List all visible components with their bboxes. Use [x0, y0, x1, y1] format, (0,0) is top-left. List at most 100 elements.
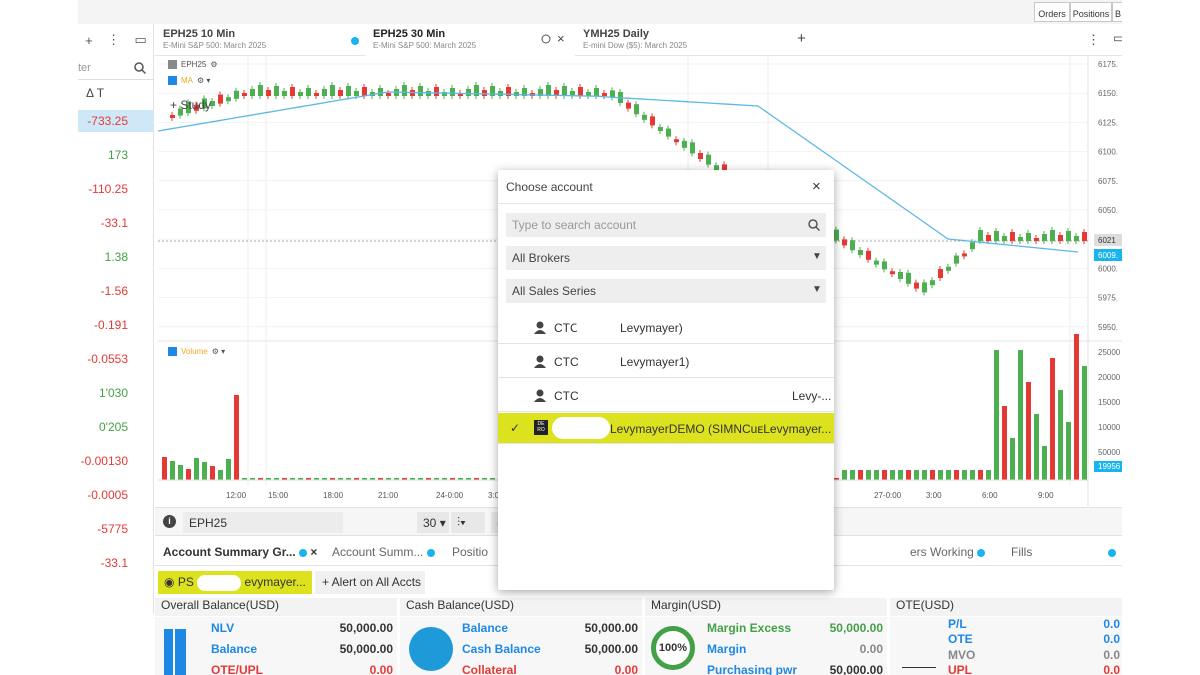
price-tick-label: 6000.	[1098, 264, 1118, 273]
tab-orders-working[interactable]: ers Working	[910, 545, 986, 559]
volume-bar	[874, 470, 879, 480]
account-search-input[interactable]: Type to search account	[506, 213, 826, 237]
account-item-selected[interactable]: ✓ DE RO LevymayerDEMO (SIMN CuᴇLevymayer.…	[498, 413, 834, 444]
volume-bar	[210, 466, 215, 480]
volume-bar	[1018, 350, 1023, 480]
watchlist-value[interactable]: -33.1	[78, 212, 154, 234]
watchlist-value[interactable]: 1.38	[78, 246, 154, 268]
account-name-right: Levymayer)	[620, 321, 683, 335]
tab-ymh25-daily[interactable]: YMH25 Daily E-mini Dow ($5): March 2025	[575, 24, 785, 56]
mvo-label: MVO	[948, 648, 976, 662]
panel-icon[interactable]: ▭	[134, 32, 146, 48]
volume-bar	[1034, 414, 1039, 480]
tab-subtitle: E-Mini S&P 500: March 2025	[373, 41, 477, 50]
watchlist-value[interactable]: -0.191	[78, 314, 154, 336]
orders-button[interactable]: Orders	[1034, 2, 1070, 22]
watchlist-value[interactable]: -733.25	[78, 110, 154, 132]
positions-button[interactable]: Positions	[1070, 2, 1112, 22]
plus-icon[interactable]: +	[85, 33, 93, 48]
watchlist-value[interactable]: 1'030	[78, 382, 154, 404]
tab-eph25-10min[interactable]: EPH25 10 Min E-Mini S&P 500: March 2025	[155, 24, 365, 56]
volume-bar	[218, 470, 223, 480]
watchlist-filter-input[interactable]: ter	[78, 58, 154, 80]
sales-series-select[interactable]: All Sales Series ▼	[506, 279, 826, 303]
watchlist-value[interactable]: -5775	[78, 518, 154, 540]
more-icon[interactable]: ⋮	[107, 32, 120, 48]
candle	[914, 282, 919, 289]
volume-bar	[170, 461, 175, 480]
ote-label: OTE	[948, 632, 973, 646]
volume-bar	[178, 465, 183, 480]
brokers-select[interactable]: All Brokers ▼	[506, 246, 826, 270]
account-item[interactable]: CTC' Levymayer1)	[498, 345, 834, 378]
tab-account-summary[interactable]: Account Summ...	[332, 545, 435, 559]
candle	[274, 86, 279, 96]
cash-balance-header: Cash Balance(USD)	[400, 598, 642, 616]
legend-volume[interactable]: Volume ⚙ ▾	[168, 347, 225, 356]
interval-select[interactable]: 30 ▾	[417, 512, 449, 533]
volume-bar	[922, 470, 927, 480]
tab-close-icon[interactable]: ×	[557, 31, 565, 46]
account-name-right: Levymayer1)	[620, 355, 690, 369]
time-axis-label: 12:00	[226, 491, 247, 500]
price-tick-label: 6175.	[1098, 60, 1118, 69]
candle	[994, 231, 999, 241]
cash-pie-icon	[409, 627, 453, 671]
account-name-right: LevymayerDEMO (SIMN	[610, 422, 743, 436]
watchlist-value[interactable]: -1.56	[78, 280, 154, 302]
volume-bar	[882, 470, 887, 480]
tab-account-summary-group[interactable]: Account Summary Gr... ×	[163, 545, 317, 559]
chevron-down-icon: ▼	[812, 284, 822, 295]
search-icon[interactable]	[134, 62, 146, 74]
account-chip[interactable]: ◉ PS evymayer...	[158, 571, 312, 594]
candle	[450, 88, 455, 96]
candle	[258, 85, 263, 96]
volume-tick-label: 20000	[1098, 373, 1121, 382]
candle	[674, 139, 679, 143]
add-study-button[interactable]: + Study	[170, 98, 211, 112]
tab-fills[interactable]: Fills	[1011, 545, 1032, 559]
symbol-field[interactable]: EPH25	[183, 512, 343, 533]
tab-positions[interactable]: Positio	[452, 545, 488, 559]
account-item[interactable]: CTC Levymayer)	[498, 311, 834, 344]
time-axis-label: 21:00	[378, 491, 399, 500]
candle	[482, 90, 487, 96]
watchlist-value[interactable]: -0.0005	[78, 484, 154, 506]
chart-type-select[interactable]: ⫶▾	[451, 512, 485, 533]
more-icon[interactable]: ⋮	[1087, 32, 1100, 48]
legend-symbol[interactable]: EPH25 ⚙	[168, 60, 218, 69]
current-price-text: 6021	[1098, 236, 1116, 245]
add-tab-icon[interactable]: +	[797, 30, 806, 47]
tab-title: EPH25 10 Min	[163, 28, 236, 40]
candle	[594, 88, 599, 96]
tab-eph25-30min[interactable]: EPH25 30 Min E-Mini S&P 500: March 2025 …	[365, 24, 575, 56]
watchlist-value[interactable]: 173	[78, 144, 154, 166]
ote-value: 0.0	[1103, 632, 1120, 646]
info-icon[interactable]: i	[163, 515, 176, 528]
volume-bar	[914, 470, 919, 480]
candle	[1010, 232, 1015, 241]
account-item[interactable]: CTC Levy-...	[498, 379, 834, 412]
volume-bar	[162, 457, 167, 480]
watchlist-value[interactable]: -0.0553	[78, 348, 154, 370]
b-button[interactable]: B	[1112, 2, 1122, 22]
watchlist-value[interactable]: -110.25	[78, 178, 154, 200]
purchasing-power-label: Purchasing pwr	[707, 663, 798, 675]
candle	[562, 86, 567, 96]
candle	[1082, 232, 1087, 241]
panel-icon[interactable]: ▭	[1113, 31, 1122, 45]
cash-cash-label: Cash Balance	[462, 642, 541, 656]
volume-bar	[946, 470, 951, 480]
alert-all-accts-button[interactable]: + Alert on All Accts	[315, 571, 425, 594]
candle	[234, 90, 239, 99]
tab-circle-icon[interactable]	[541, 34, 551, 44]
tab-live-dot	[351, 37, 359, 45]
purchasing-power-value: 50,000.00	[829, 663, 883, 675]
watchlist-value[interactable]: -33.1	[78, 552, 154, 574]
watchlist-value[interactable]: 0'205	[78, 416, 154, 438]
tab-subtitle: E-mini Dow ($5): March 2025	[583, 41, 688, 50]
legend-ma[interactable]: MA ⚙ ▾	[168, 76, 210, 85]
watchlist-value[interactable]: -0.00130	[78, 450, 154, 472]
close-icon[interactable]: ×	[812, 178, 821, 195]
volume-tick-label: 50000	[1098, 448, 1121, 457]
